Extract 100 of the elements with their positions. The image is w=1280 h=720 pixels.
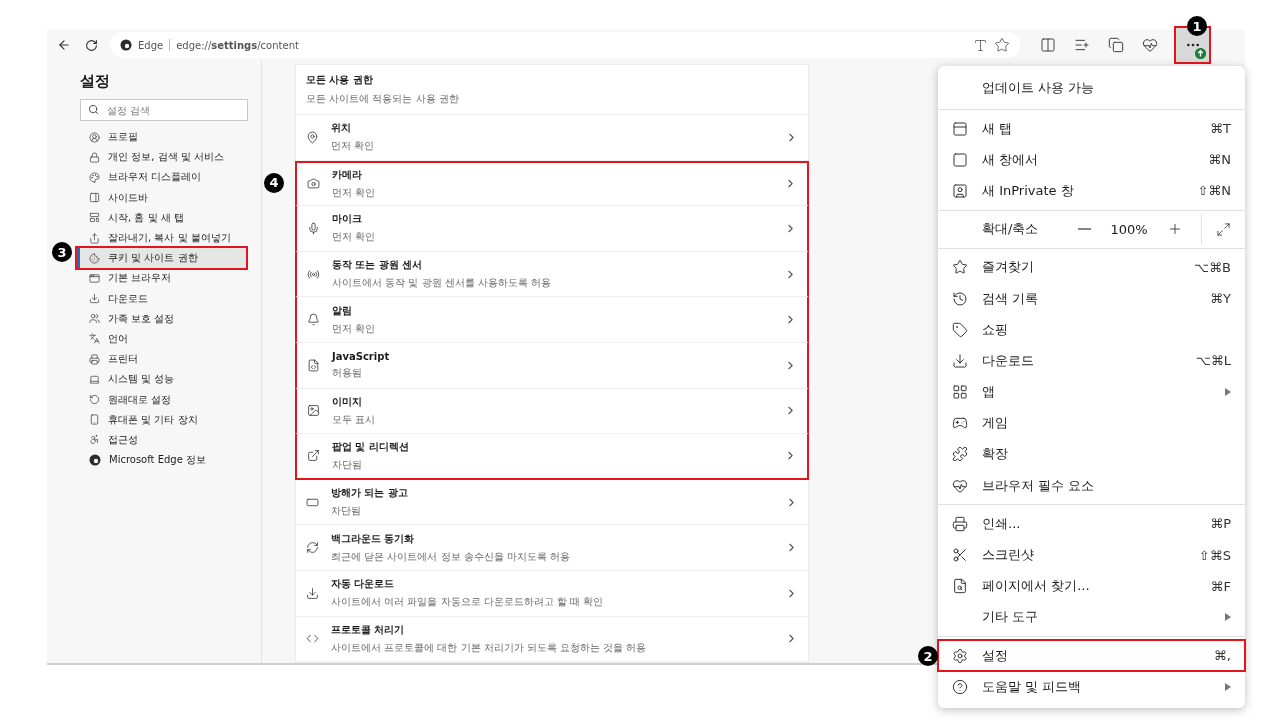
permission-title: 마이크 xyxy=(332,212,363,227)
permission-title: 프로토콜 처리기 xyxy=(331,622,406,637)
star-icon[interactable] xyxy=(994,37,1010,53)
sidebar-item[interactable]: 쿠키 및 사이트 권한 xyxy=(77,248,246,269)
menu-item[interactable]: 설정 ⌘, xyxy=(938,640,1245,672)
sidebar-item[interactable]: 잘라내기, 복사 및 붙여넣기 xyxy=(77,227,246,249)
accessibility-icon xyxy=(89,434,100,446)
fullscreen-button[interactable] xyxy=(1216,221,1231,237)
permission-title: JavaScript xyxy=(332,350,391,362)
menu-item[interactable]: 앱 xyxy=(938,376,1245,408)
download-icon xyxy=(89,293,100,305)
sidebar-item[interactable]: 프린터 xyxy=(77,349,246,370)
menu-item[interactable]: 페이지에서 찾기... ⌘F xyxy=(938,570,1245,602)
sidebar-item[interactable]: 기본 브라우저 xyxy=(77,268,246,289)
browser-window-icon xyxy=(89,272,100,284)
permission-row[interactable]: 위치 먼저 확인 xyxy=(296,115,808,161)
sidebar-item[interactable]: 언어 xyxy=(77,328,246,350)
sidebar-item[interactable]: 접근성 xyxy=(77,429,246,450)
lock-icon xyxy=(89,151,100,163)
popup-icon xyxy=(307,449,320,463)
permission-status: 먼저 확인 xyxy=(332,230,377,245)
zoom-label: 확대/축소 xyxy=(982,220,1040,239)
menu-item[interactable]: 즐겨찾기 ⌥⌘B xyxy=(938,251,1245,283)
permission-row[interactable]: JavaScript 허용됨 xyxy=(295,342,809,389)
menu-item[interactable]: 확장 xyxy=(938,438,1245,471)
private-window-icon xyxy=(952,182,968,199)
printer-icon xyxy=(952,515,968,532)
menu-item[interactable]: 인쇄... ⌘P xyxy=(938,508,1245,540)
menu-item[interactable]: 새 탭 ⌘T xyxy=(938,113,1245,145)
sidebar-item[interactable]: 프로필 xyxy=(77,127,246,148)
puzzle-icon xyxy=(952,446,968,463)
permission-row[interactable]: 이미지 모두 표시 xyxy=(295,388,809,435)
menu-item[interactable]: 스크린샷 ⇧⌘S xyxy=(938,539,1245,571)
people-icon xyxy=(89,313,100,325)
permission-row[interactable]: 프로토콜 처리기 사이트에서 프로토콜에 대한 기본 처리기가 되도록 요청하는 것을 허용 xyxy=(296,616,808,663)
submenu-arrow-icon xyxy=(1225,682,1231,691)
update-available-item[interactable]: 업데이트 사용 가능 xyxy=(938,70,1245,106)
menu-item[interactable]: 다운로드 ⌥⌘L xyxy=(938,345,1245,377)
phone-icon xyxy=(89,414,100,426)
permission-status: 사이트에서 프로토콜에 대한 기본 처리기가 되도록 요청하는 것을 허용 xyxy=(331,640,648,655)
edge-logo-icon xyxy=(120,39,132,51)
permission-row[interactable]: 알림 먼저 확인 xyxy=(295,297,809,343)
sidebar-item[interactable]: 다운로드 xyxy=(77,288,246,309)
address-bar[interactable]: Edge edge://settings/content xyxy=(110,32,1020,58)
collections-icon[interactable] xyxy=(1108,37,1124,53)
sensor-icon xyxy=(307,267,320,281)
permission-row[interactable]: 팝업 및 리디렉션 차단됨 xyxy=(295,434,809,480)
letter-icon[interactable] xyxy=(973,37,988,53)
menu-item[interactable]: 기타 도구 xyxy=(938,601,1245,633)
sidebar-item[interactable]: 시작, 홈 및 새 탭 xyxy=(77,207,246,228)
sidebar-item[interactable]: 개인 정보, 검색 및 서비스 xyxy=(77,147,246,168)
sidebar-item[interactable]: 원래대로 설정 xyxy=(77,389,246,410)
profile-icon xyxy=(89,131,100,143)
permission-row[interactable]: 카메라 먼저 확인 xyxy=(295,160,809,207)
permission-status: 먼저 확인 xyxy=(332,185,377,200)
reset-icon xyxy=(89,394,100,406)
sidebar-item[interactable]: 시스템 및 성능 xyxy=(77,369,246,390)
permission-row[interactable]: 동작 또는 광원 센서 사이트에서 동작 및 광원 센서를 사용하도록 허용 xyxy=(295,251,809,298)
sidebar-item[interactable]: 사이드바 xyxy=(77,187,246,208)
permission-row[interactable]: 자동 다운로드 사이트에서 여러 파일을 자동으로 다운로드하려고 할 때 확인 xyxy=(296,570,808,617)
menu-item[interactable]: 쇼핑 xyxy=(938,314,1245,346)
zoom-out-button[interactable] xyxy=(1078,228,1091,231)
menu-item[interactable]: 도움말 및 피드백 xyxy=(938,671,1245,703)
language-icon xyxy=(89,333,100,345)
permission-title: 알림 xyxy=(332,303,353,318)
heart-pulse-icon xyxy=(952,477,968,494)
download-icon xyxy=(306,586,319,600)
step-badge: 3 xyxy=(52,242,72,263)
heart-pulse-icon[interactable] xyxy=(1142,37,1158,53)
permission-status: 최근에 닫은 사이트에서 정보 송수신을 마치도록 허용 xyxy=(331,549,572,564)
search-field[interactable]: 설정 검색 xyxy=(80,99,248,121)
microphone-icon xyxy=(307,222,320,235)
edge-logo-icon xyxy=(89,454,101,467)
permission-row[interactable]: 마이크 먼저 확인 xyxy=(295,206,809,252)
permission-title: 방해가 되는 광고 xyxy=(331,486,409,501)
menu-item[interactable]: 새 InPrivate 창 ⇧⌘N xyxy=(938,175,1245,207)
sidebar-item[interactable]: 가족 보호 설정 xyxy=(77,308,246,329)
permission-row[interactable]: 백그라운드 동기화 최근에 닫은 사이트에서 정보 송수신을 마치도록 허용 xyxy=(296,525,808,571)
menu-item[interactable]: 새 창에서 ⌘N xyxy=(938,144,1245,176)
step-badge: 4 xyxy=(264,172,284,193)
menu-item[interactable]: 검색 기록 ⌘Y xyxy=(938,282,1245,315)
menu-item[interactable]: 브라우저 필수 요소 xyxy=(938,470,1245,502)
layout-icon xyxy=(89,212,100,224)
permission-row[interactable]: 방해가 되는 광고 차단됨 xyxy=(296,479,808,526)
permission-status: 차단됨 xyxy=(331,504,362,519)
permission-status: 사이트에서 동작 및 광원 센서를 사용하도록 허용 xyxy=(332,276,553,291)
submenu-arrow-icon xyxy=(1225,388,1231,397)
location-pin-icon xyxy=(306,130,319,144)
permission-status: 차단됨 xyxy=(332,457,363,472)
menu-item[interactable]: 게임 xyxy=(938,407,1245,439)
sidebar-item[interactable]: 브라우저 디스플레이 xyxy=(77,167,246,188)
sidebar-item[interactable]: 휴대폰 및 기타 장치 xyxy=(77,409,246,430)
find-icon xyxy=(952,578,968,595)
settings-title: 설정 xyxy=(80,72,111,91)
expand-arrows-icon xyxy=(1216,221,1231,237)
sidebar-item[interactable]: Microsoft Edge 정보 xyxy=(77,450,246,471)
permission-title: 위치 xyxy=(331,121,352,136)
permission-status: 모두 표시 xyxy=(332,412,377,427)
split-screen-icon[interactable] xyxy=(1040,37,1056,53)
camera-icon xyxy=(307,177,320,191)
